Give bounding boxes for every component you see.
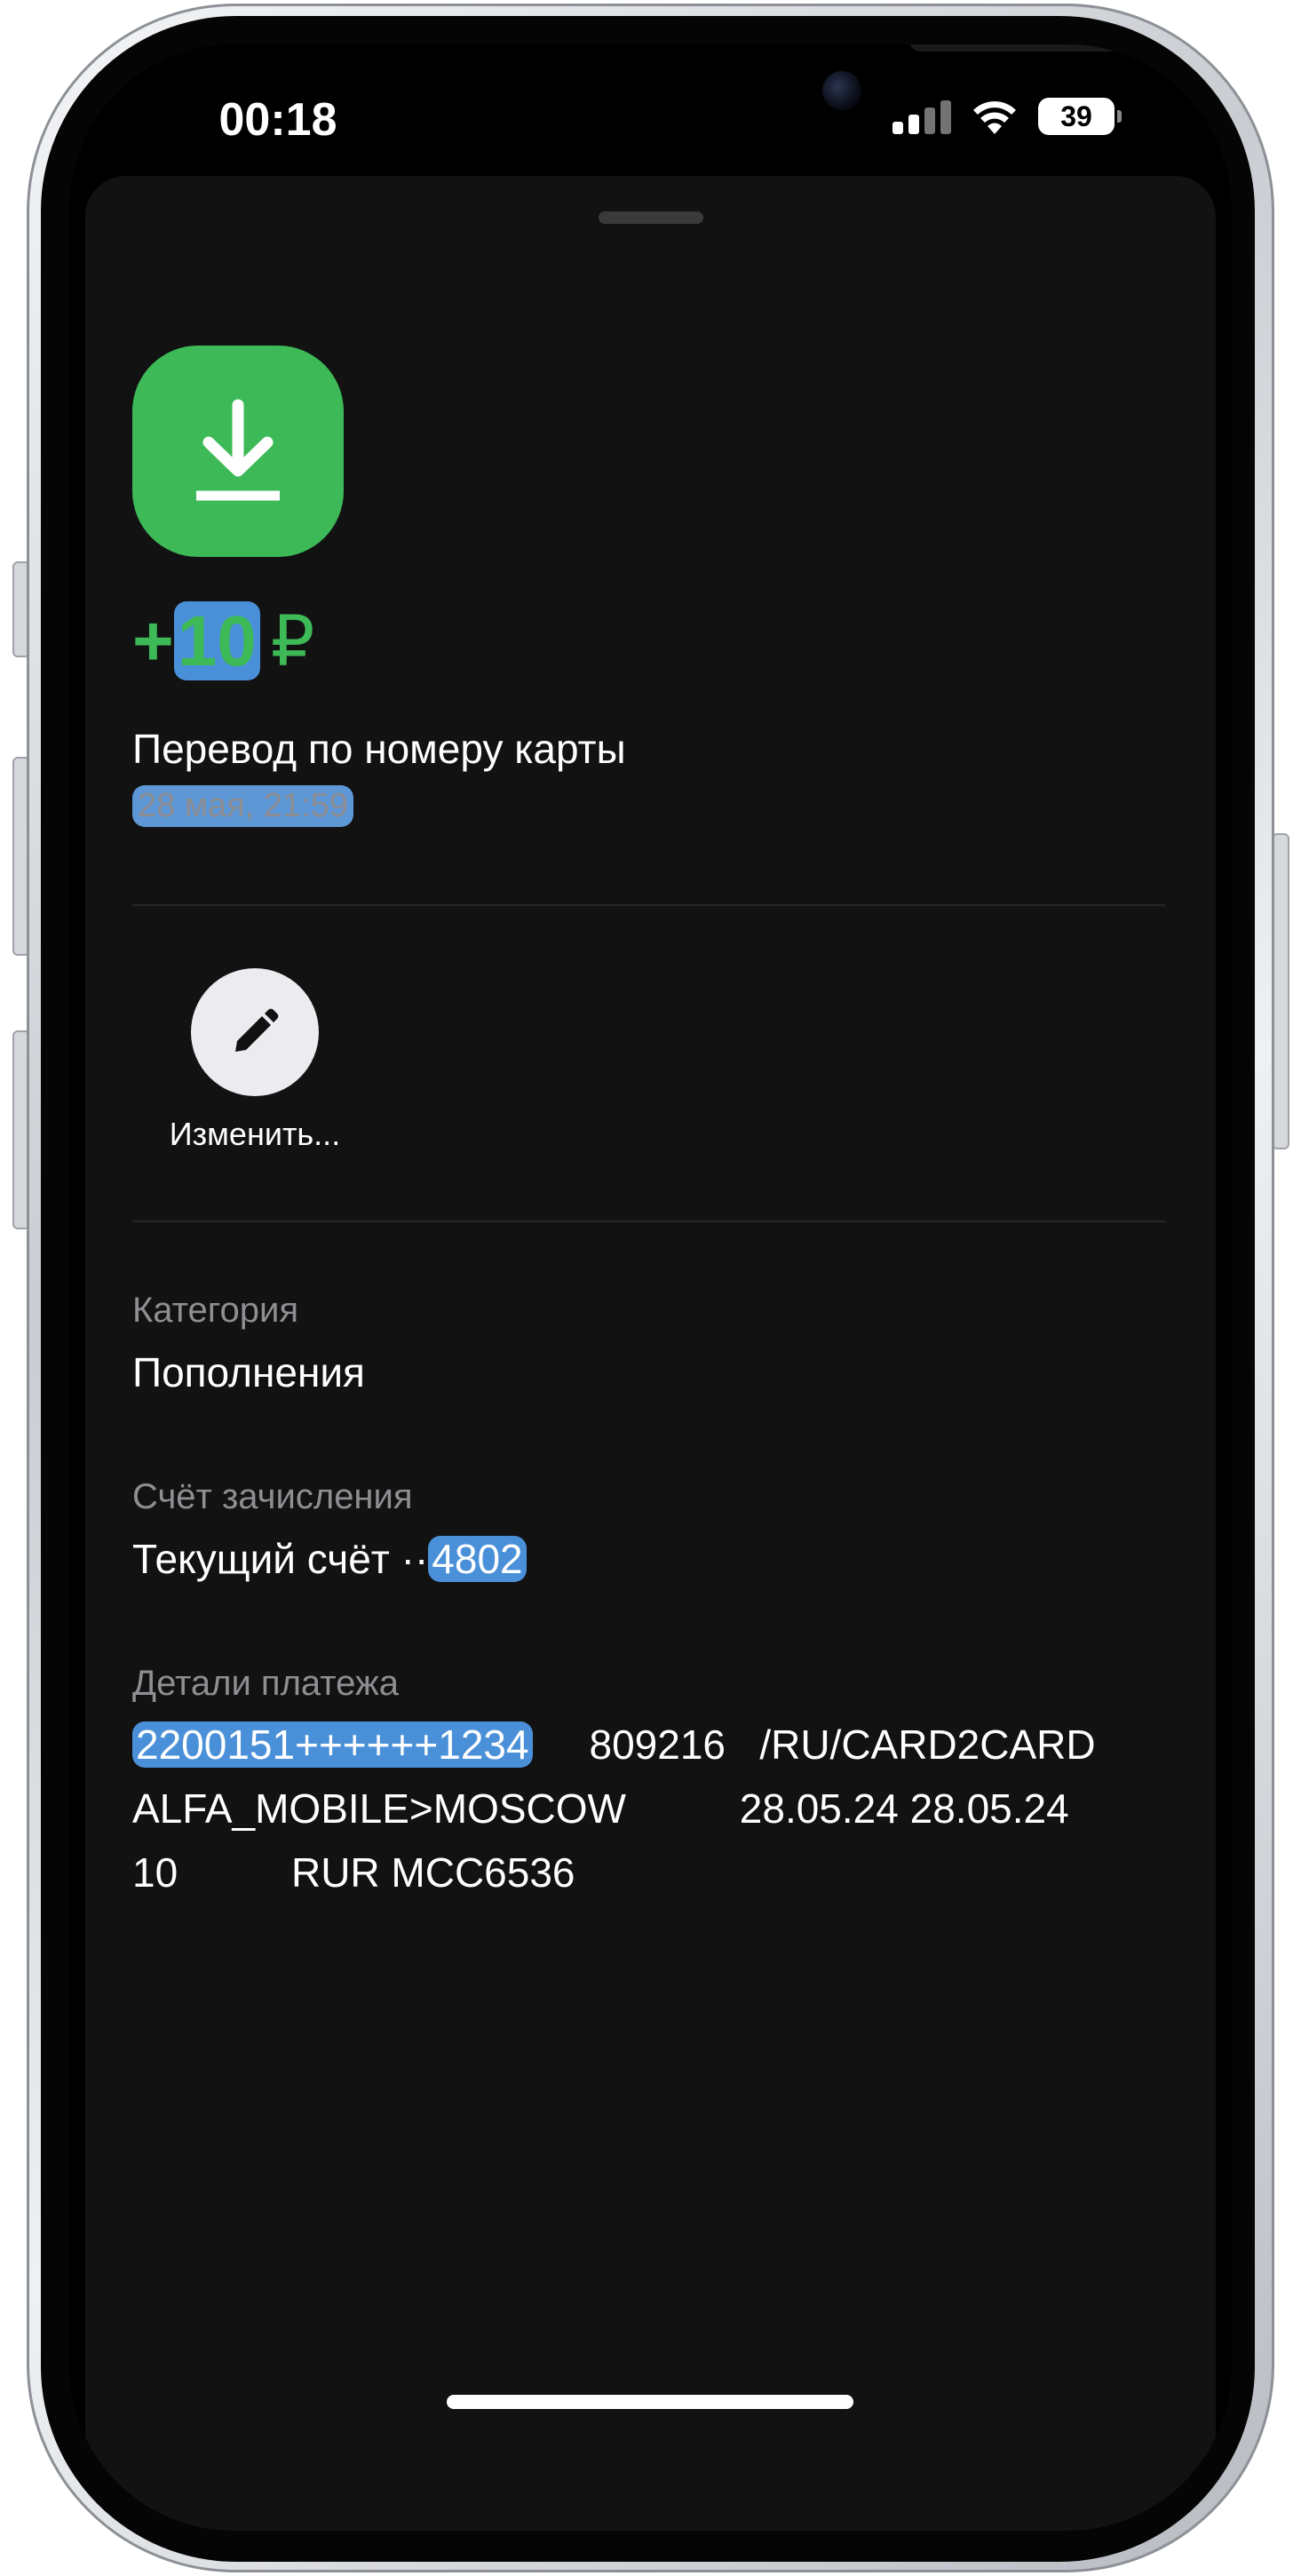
wifi-icon <box>973 101 1016 134</box>
operation-datetime: 28 мая, 21:59 <box>132 785 353 827</box>
account-number: 4802 <box>428 1536 527 1582</box>
amount-value: 10 <box>173 601 260 680</box>
pencil-icon <box>235 1008 279 1052</box>
edit-button[interactable] <box>191 968 319 1096</box>
category-label: Категория <box>132 1291 298 1330</box>
operation-title: Перевод по номеру карты <box>132 726 626 772</box>
speaker <box>908 44 1122 52</box>
account-label: Счёт зачисления <box>132 1477 413 1516</box>
phone-mockup: 00:18 39 +10 ₽ Перевод по номеру карты 2… <box>0 0 1301 2576</box>
details-line-1: 2200151++++++1234 809216 /RU/CARD2CARD <box>132 1713 1180 1777</box>
battery-level: 39 <box>1060 99 1092 132</box>
screen: 00:18 39 +10 ₽ Перевод по номеру карты 2… <box>69 44 1232 2531</box>
divider <box>132 904 1165 906</box>
category-value[interactable]: Пополнения <box>132 1348 365 1396</box>
divider <box>132 1220 1165 1222</box>
download-arrow-icon <box>132 346 344 557</box>
edit-button-label[interactable]: Изменить... <box>132 1116 377 1153</box>
amount: +10 ₽ <box>132 600 314 682</box>
home-indicator[interactable] <box>447 2395 853 2409</box>
power-button <box>1272 833 1289 1149</box>
sheet-grabber[interactable] <box>599 211 703 224</box>
dynamic-island <box>424 44 1122 151</box>
status-time: 00:18 <box>218 94 337 146</box>
amount-sign: + <box>132 601 174 680</box>
status-icons: 39 <box>892 98 1122 135</box>
account-value[interactable]: Текущий счёт ··4802 <box>132 1535 527 1583</box>
cellular-signal-icon <box>892 99 951 134</box>
front-camera <box>822 71 861 110</box>
details-line-2: ALFA_MOBILE>MOSCOW 28.05.24 28.05.24 <box>132 1785 1069 1832</box>
operation-sheet: +10 ₽ Перевод по номеру карты 28 мая, 21:… <box>85 176 1216 2531</box>
details-line-3: 10 RUR MCC6536 <box>132 1849 575 1896</box>
payment-details: 2200151++++++1234 809216 /RU/CARD2CARD A… <box>132 1713 1180 1904</box>
card-number: 2200151++++++1234 <box>132 1721 533 1768</box>
currency-symbol: ₽ <box>270 602 315 680</box>
details-label: Детали платежа <box>132 1664 399 1703</box>
account-prefix: Текущий счёт ·· <box>132 1536 429 1582</box>
battery-icon: 39 <box>1038 98 1122 135</box>
details-line-1-rest: 809216 /RU/CARD2CARD <box>589 1721 1096 1768</box>
